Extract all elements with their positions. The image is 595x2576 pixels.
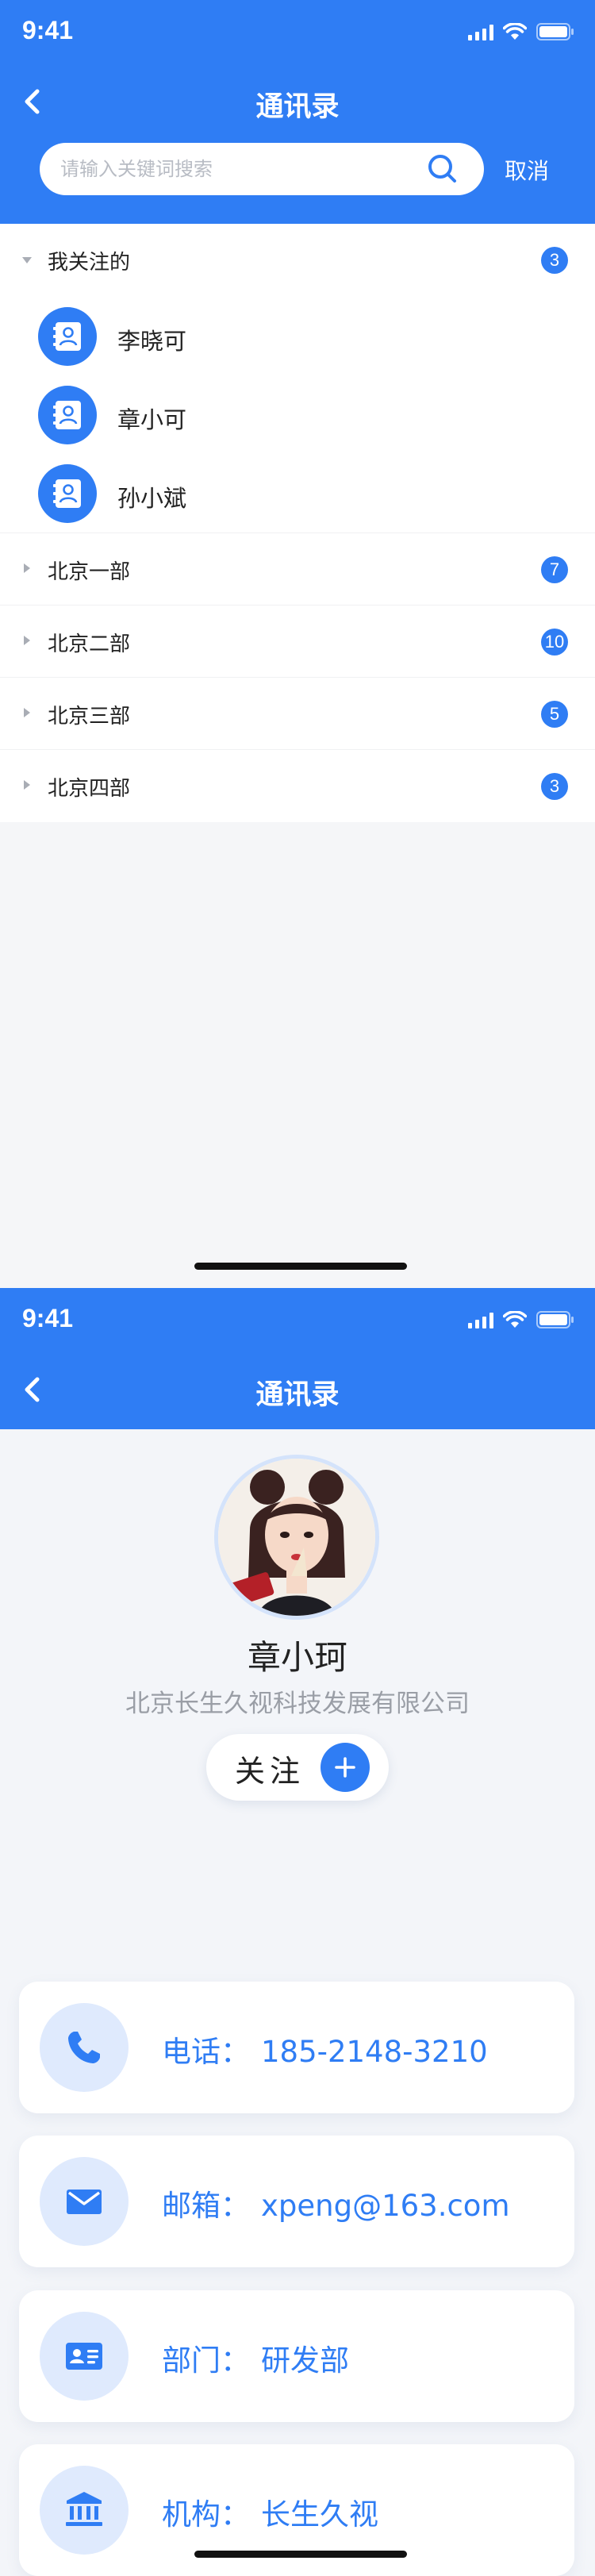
status-bar: 9:41 [0, 1288, 595, 1358]
avatar [214, 1455, 379, 1620]
group-name: 北京一部 [48, 560, 131, 584]
caret-right-icon [24, 780, 30, 790]
battery-icon [536, 22, 574, 41]
contact-book-icon [38, 464, 97, 523]
follow-button[interactable]: 关注 [206, 1734, 389, 1801]
contact-item[interactable]: 章小可 [0, 376, 595, 455]
phone-card[interactable]: 电话： 185-2148-3210 [19, 1982, 574, 2113]
contact-detail-screen: 9:41 通讯录 章小珂 北京长生久视科技发展有限公司 关注 电话： 185-2… [0, 1288, 595, 2576]
group-row-bj3[interactable]: 北京三部 5 [0, 678, 595, 750]
bank-icon [40, 2466, 129, 2555]
page-title: 通讯录 [255, 91, 340, 123]
status-time: 9:41 [22, 1304, 74, 1332]
contact-book-icon [38, 386, 97, 444]
contact-name: 章小可 [117, 406, 187, 433]
id-card-icon [40, 2312, 129, 2401]
search-icon[interactable] [427, 153, 459, 188]
email-label: 邮箱： [162, 2189, 250, 2223]
contact-item[interactable]: 李晓可 [0, 298, 595, 376]
group-row-bj2[interactable]: 北京二部 10 [0, 606, 595, 678]
signal-icon [468, 23, 493, 40]
contact-name: 章小珂 [247, 1638, 347, 1677]
email-card[interactable]: 邮箱： xpeng@163.com [19, 2136, 574, 2267]
institution-text: 机构： 长生久视 [162, 2490, 378, 2533]
count-badge: 10 [541, 629, 568, 656]
search-box [40, 143, 484, 195]
department-card[interactable]: 部门： 研发部 [19, 2290, 574, 2422]
status-time: 9:41 [22, 16, 74, 44]
contact-organization: 北京长生久视科技发展有限公司 [125, 1690, 470, 1718]
department-text: 部门： 研发部 [162, 2336, 349, 2379]
email-text: 邮箱： xpeng@163.com [162, 2182, 510, 2224]
phone-text: 电话： 185-2148-3210 [162, 2028, 488, 2070]
mail-icon [40, 2157, 129, 2246]
group-name: 北京四部 [48, 777, 131, 801]
home-indicator [194, 2551, 407, 2558]
header: 9:41 通讯录 [0, 1288, 595, 1429]
group-name: 北京二部 [48, 632, 131, 656]
group-row-bj4[interactable]: 北京四部 3 [0, 750, 595, 822]
institution-value: 长生久视 [261, 2497, 378, 2532]
search-row: 取消 [0, 136, 595, 224]
group-name: 北京三部 [48, 705, 131, 729]
department-label: 部门： [162, 2343, 250, 2378]
institution-label: 机构： [162, 2497, 250, 2532]
follow-label: 关注 [235, 1754, 305, 1789]
contact-name: 孙小斌 [117, 485, 187, 512]
caret-right-icon [24, 636, 30, 645]
caret-right-icon [24, 563, 30, 573]
contact-book-icon [38, 307, 97, 366]
group-row-bj1[interactable]: 北京一部 7 [0, 533, 595, 606]
phone-value: 185-2148-3210 [261, 2035, 488, 2069]
count-badge: 3 [541, 773, 568, 800]
phone-label: 电话： [162, 2035, 250, 2069]
contact-item[interactable]: 孙小斌 [0, 455, 595, 533]
contact-name: 李晓可 [117, 328, 187, 355]
status-icons [468, 22, 574, 41]
home-indicator [194, 1263, 407, 1270]
page-title: 通讯录 [255, 1379, 340, 1411]
wifi-icon [503, 1311, 527, 1328]
contacts-list-screen: 9:41 通讯录 请输入关键词搜索 取消 我关注的 3 李晓可 章小可 孙小斌 … [0, 0, 595, 1288]
search-input[interactable] [40, 143, 405, 195]
count-badge: 7 [541, 556, 568, 583]
header: 9:41 通讯录 [0, 0, 595, 224]
avatar-illustration [218, 1459, 375, 1616]
department-value: 研发部 [261, 2343, 349, 2378]
email-value: xpeng@163.com [261, 2189, 510, 2223]
wifi-icon [503, 23, 527, 40]
signal-icon [468, 1311, 493, 1328]
group-name: 我关注的 [48, 251, 131, 275]
count-badge: 3 [541, 247, 568, 274]
nav-bar: 通讯录 [0, 70, 595, 136]
phone-icon [40, 2003, 129, 2092]
nav-bar: 通讯录 [0, 1358, 595, 1429]
status-bar: 9:41 [0, 0, 595, 70]
profile-header: 章小珂 北京长生久视科技发展有限公司 关注 [0, 1429, 595, 1985]
cancel-button[interactable]: 取消 [505, 154, 549, 186]
plus-icon [321, 1743, 370, 1792]
status-icons [468, 1310, 574, 1329]
contact-tree: 我关注的 3 李晓可 章小可 孙小斌 北京一部 7 北京二部 10 北京三部 5… [0, 224, 595, 822]
caret-down-icon [22, 257, 32, 263]
caret-right-icon [24, 708, 30, 717]
group-row-following[interactable]: 我关注的 3 [0, 224, 595, 298]
count-badge: 5 [541, 701, 568, 728]
battery-icon [536, 1310, 574, 1329]
